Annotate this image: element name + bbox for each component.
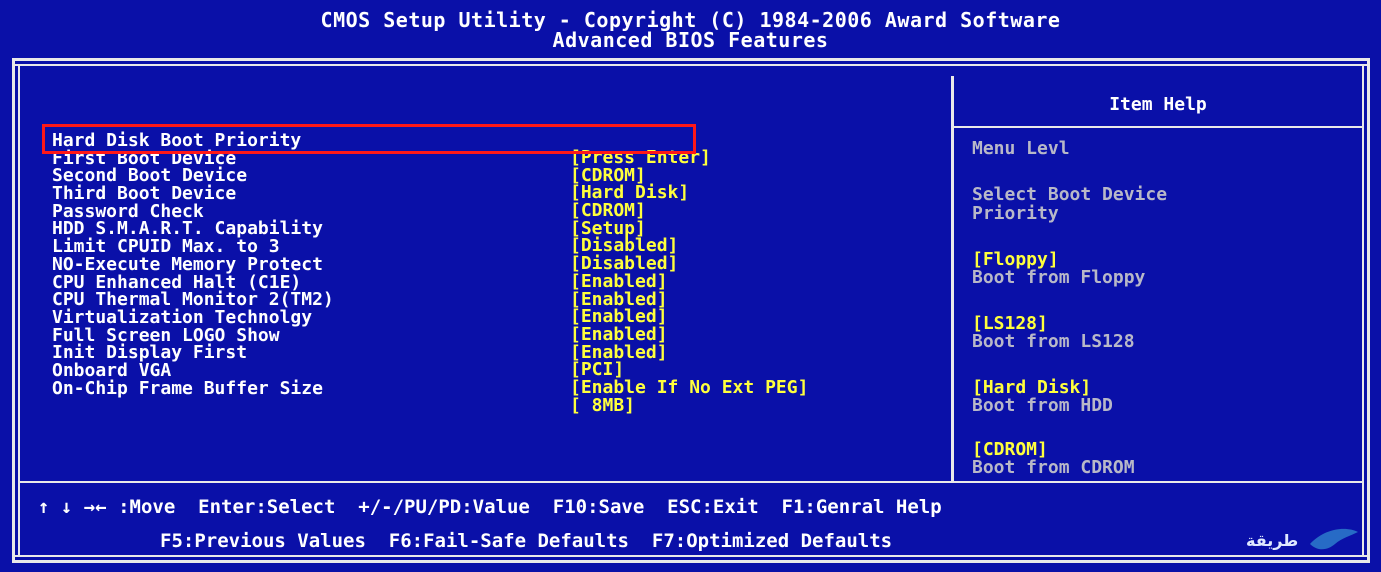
header-subtitle: Advanced BIOS Features bbox=[552, 28, 829, 52]
setting-value[interactable]: [ 8MB] bbox=[570, 396, 635, 414]
watermark-text: طريقة bbox=[1246, 531, 1298, 550]
bios-header: CMOS Setup Utility - Copyright (C) 1984-… bbox=[0, 10, 1381, 50]
setting-row-third-boot-device[interactable]: Third Boot Device [CDROM] bbox=[52, 168, 646, 220]
setting-value[interactable]: [CDROM] bbox=[570, 202, 646, 220]
watermark-logo: طريقة bbox=[1246, 528, 1358, 550]
setting-row-c1e[interactable]: CPU Enhanced Halt (C1E) [Enabled] bbox=[52, 257, 668, 308]
help-panel-divider bbox=[951, 76, 954, 481]
setting-row-logo-show[interactable]: Full Screen LOGO Show [Enabled] bbox=[52, 310, 668, 361]
border-line bbox=[1362, 64, 1364, 557]
border-line bbox=[12, 64, 1370, 66]
help-menu-level: Menu Levl bbox=[972, 138, 1070, 159]
footer-defaults-help: F5:Previous Values F6:Fail-Safe Defaults… bbox=[160, 530, 893, 552]
settings-list: Hard Disk Boot Priority [Press Enter] Fi… bbox=[52, 115, 808, 415]
setting-row-limit-cpuid[interactable]: Limit CPUID Max. to 3 [Disabled] bbox=[52, 221, 678, 273]
help-option-desc: Boot from LS128 bbox=[972, 331, 1135, 352]
help-title-divider bbox=[954, 126, 1362, 128]
border-line bbox=[12, 58, 1370, 61]
help-option-desc: Boot from Floppy bbox=[972, 267, 1146, 288]
setting-row-no-execute[interactable]: NO-Execute Memory Protect [Enabled] bbox=[52, 239, 668, 290]
setting-value[interactable]: [Enabled] bbox=[570, 272, 668, 290]
border-line bbox=[12, 58, 15, 563]
setting-row-init-display[interactable]: Init Display First [PCI] bbox=[52, 327, 624, 379]
setting-label: On-Chip Frame Buffer Size bbox=[52, 377, 323, 399]
setting-row-tm2[interactable]: CPU Thermal Monitor 2(TM2) [Enabled] bbox=[52, 274, 668, 326]
setting-value[interactable]: [Hard Disk] bbox=[570, 184, 689, 202]
setting-value[interactable]: [Enabled] bbox=[570, 343, 668, 361]
watermark-swoosh bbox=[1310, 528, 1358, 550]
border-line bbox=[18, 64, 20, 557]
bios-screen: CMOS Setup Utility - Copyright (C) 1984-… bbox=[0, 0, 1381, 572]
setting-value[interactable]: [Enabled] bbox=[570, 325, 668, 343]
setting-value[interactable]: [Disabled] bbox=[570, 255, 678, 273]
border-line bbox=[12, 560, 1370, 563]
footer-divider bbox=[18, 481, 1364, 483]
setting-value[interactable]: [PCI] bbox=[570, 361, 624, 379]
help-option-desc: Boot from HDD bbox=[972, 395, 1113, 416]
setting-row-password-check[interactable]: Password Check [Setup] bbox=[52, 186, 646, 237]
header-title: CMOS Setup Utility - Copyright (C) 1984-… bbox=[320, 8, 1061, 32]
setting-value[interactable]: [Setup] bbox=[570, 219, 646, 237]
setting-value[interactable]: [Enabled] bbox=[570, 308, 668, 326]
setting-row-onboard-vga[interactable]: Onboard VGA [Enable If No Ext PEG] bbox=[52, 345, 808, 396]
help-option-desc: Boot from CDROM bbox=[972, 457, 1135, 478]
setting-row-frame-buffer[interactable]: On-Chip Frame Buffer Size [ 8MB] bbox=[52, 363, 635, 414]
border-line bbox=[1367, 58, 1370, 563]
item-help-title: Item Help bbox=[1109, 94, 1207, 115]
setting-row-hdd-smart[interactable]: HDD S.M.A.R.T. Capability [Disabled] bbox=[52, 203, 678, 255]
setting-value[interactable]: [Enable If No Ext PEG] bbox=[570, 378, 808, 396]
setting-row-virtualization[interactable]: Virtualization Technolgy [Enabled] bbox=[52, 292, 668, 343]
help-description-line1: Select Boot Device bbox=[972, 184, 1168, 205]
footer-key-help: ↑ ↓ →← :Move Enter:Select +/-/PU/PD:Valu… bbox=[38, 496, 942, 518]
selection-highlight-box bbox=[42, 124, 696, 154]
border-line bbox=[12, 555, 1370, 557]
setting-value[interactable]: [Enabled] bbox=[570, 290, 668, 308]
setting-value[interactable]: [CDROM] bbox=[570, 166, 646, 184]
help-description-line2: Priority bbox=[972, 203, 1059, 224]
setting-value[interactable]: [Disabled] bbox=[570, 237, 678, 255]
